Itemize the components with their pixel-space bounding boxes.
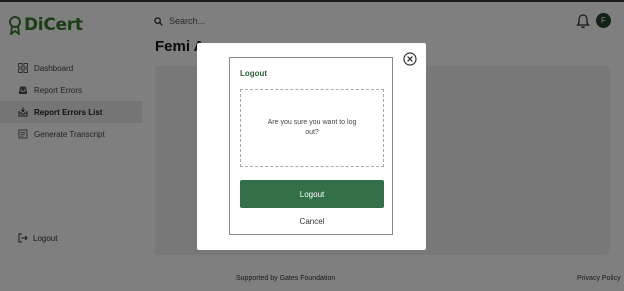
logout-modal: Logout Are you sure you want to log out?… (197, 43, 426, 250)
modal-card: Logout Are you sure you want to log out?… (229, 57, 393, 235)
cancel-button[interactable]: Cancel (240, 214, 384, 228)
modal-title: Logout (240, 69, 268, 78)
modal-message: Are you sure you want to log out? (267, 119, 357, 136)
modal-message-box: Are you sure you want to log out? (240, 89, 384, 167)
confirm-logout-button[interactable]: Logout (240, 180, 384, 208)
close-icon[interactable] (403, 52, 417, 66)
